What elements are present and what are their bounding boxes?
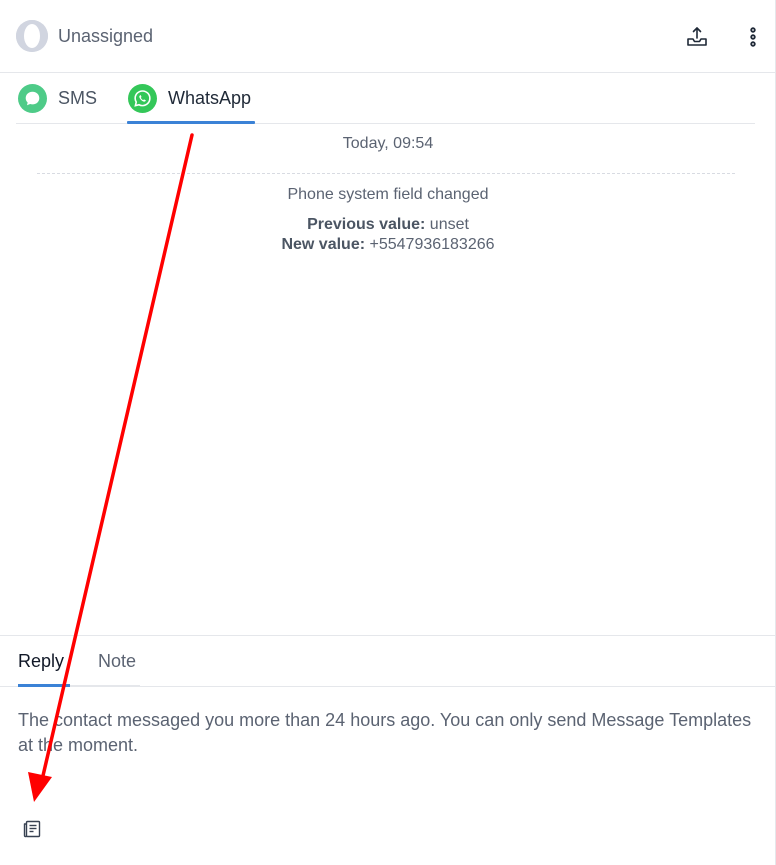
inactive-tab-indicator — [70, 685, 140, 687]
composer-tabs: Reply Note — [0, 636, 776, 687]
previous-value-label: Previous value: — [307, 216, 426, 233]
conversation-panel: Unassigned SMS WhatsApp Today, 09:54 Pho… — [0, 0, 776, 865]
new-value: +5547936183266 — [369, 236, 495, 253]
event-new-value: New value: +5547936183266 — [0, 236, 776, 254]
tab-note[interactable]: Note — [98, 651, 136, 686]
more-options-button[interactable] — [740, 24, 766, 50]
template-only-notice: The contact messaged you more than 24 ho… — [18, 710, 752, 755]
avatar-placeholder-icon — [16, 20, 48, 52]
tab-sms-label: SMS — [58, 88, 98, 108]
message-template-icon — [23, 820, 41, 838]
whatsapp-icon — [128, 84, 157, 113]
conversation-header: Unassigned — [0, 0, 776, 73]
timeline-divider — [37, 173, 735, 174]
new-value-label: New value: — [281, 236, 366, 253]
active-tab-indicator — [18, 684, 70, 687]
tab-sms[interactable]: SMS — [18, 74, 97, 123]
sms-chat-icon — [18, 84, 47, 113]
event-previous-value: Previous value: unset — [0, 216, 776, 234]
tab-whatsapp-label: WhatsApp — [168, 88, 252, 108]
event-title: Phone system field changed — [287, 186, 489, 203]
message-template-button[interactable] — [20, 817, 44, 841]
assignee-label[interactable]: Unassigned — [58, 26, 153, 47]
timeline-date-label: Today, 09:54 — [342, 135, 434, 152]
composer: Reply Note The contact messaged you more… — [0, 635, 776, 865]
export-icon — [687, 27, 707, 46]
tab-whatsapp[interactable]: WhatsApp — [126, 74, 256, 124]
more-vertical-icon — [750, 27, 756, 47]
avatar[interactable] — [16, 20, 48, 52]
channel-tabs: SMS WhatsApp — [16, 74, 755, 124]
tab-reply[interactable]: Reply — [18, 651, 64, 686]
previous-value: unset — [429, 216, 469, 233]
export-button[interactable] — [684, 24, 710, 50]
